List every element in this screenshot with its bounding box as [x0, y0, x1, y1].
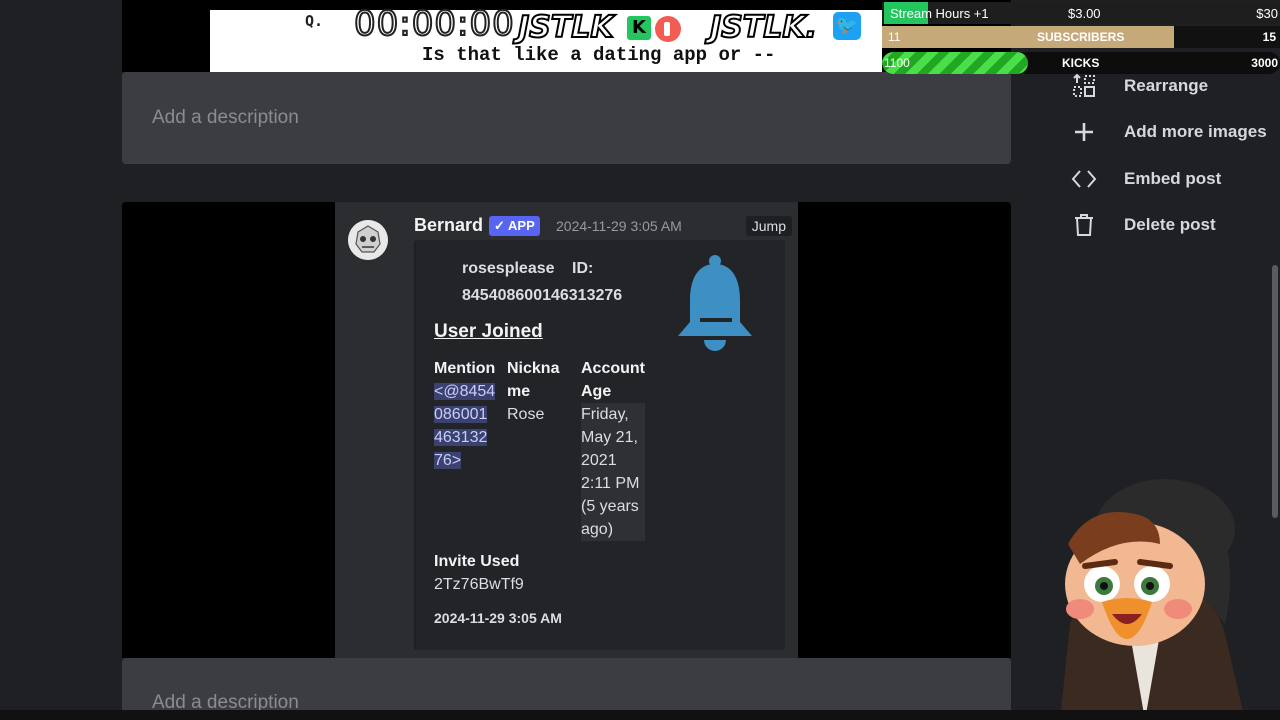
window-bottom-edge	[0, 710, 1280, 720]
app-badge: ✓ APP	[489, 216, 540, 236]
menu-label: Rearrange	[1124, 76, 1209, 95]
description-field[interactable]: Add a description	[122, 72, 1011, 164]
field-name: Account Age	[581, 360, 645, 400]
stream-hours-label: Stream Hours +1	[890, 6, 989, 21]
add-more-images-button[interactable]: Add more images	[1066, 115, 1280, 149]
field-name: Mention	[434, 360, 496, 377]
subscribers-target: 15	[1262, 30, 1276, 44]
channel-brand-twitter: JSTLK.	[709, 9, 818, 46]
embed-footer-timestamp: 2024-11-29 3:05 AM	[434, 610, 562, 626]
subscribers-fill	[882, 26, 1174, 48]
menu-label: Delete post	[1124, 215, 1216, 234]
post-editor-column: Add a description Bernard ✓ APP 2024-11-…	[122, 0, 1011, 720]
subscribers-label: SUBSCRIBERS	[1037, 30, 1125, 44]
embed-id-value: 845408600146313276	[462, 287, 623, 304]
discord-message-screenshot: Bernard ✓ APP 2024-11-29 3:05 AM Jump ro…	[335, 202, 798, 658]
caption-text: Is that like a dating app or --	[422, 44, 776, 66]
kicks-target: 3000	[1251, 56, 1278, 70]
user-mention[interactable]: <@845408600146313276>	[434, 383, 496, 469]
embed-field-account-age: Account Age Friday, May 21, 2021 2:11 PM…	[581, 357, 645, 541]
field-name: Nickname	[507, 360, 560, 400]
trash-icon	[1066, 211, 1102, 239]
stream-hours-goal: Stream Hours +1 $3.00 $30	[882, 2, 1280, 24]
embed-username: rosesplease	[462, 260, 555, 277]
embed-id-label: ID:	[572, 260, 594, 277]
app-root: Add a description Bernard ✓ APP 2024-11-…	[0, 0, 1280, 720]
bell-icon	[672, 252, 758, 361]
subscribers-current: 11	[888, 30, 901, 44]
field-value: 2Tz76BwTf9	[434, 576, 524, 593]
streamer-mascot-avatar	[1040, 474, 1250, 720]
description-placeholder: Add a description	[152, 107, 299, 128]
jump-button[interactable]: Jump	[745, 216, 792, 236]
plus-icon	[1066, 118, 1102, 146]
stream-hours-target: $30	[1256, 6, 1278, 21]
embed-field-nickname: Nickname Rose	[507, 357, 569, 426]
rearrange-button[interactable]: Rearrange	[1066, 69, 1280, 103]
embed-title: User Joined	[434, 321, 543, 342]
stream-goals: Stream Hours +1 $3.00 $30 11 SUBSCRIBERS…	[882, 2, 1280, 74]
embed-field-invite: Invite Used 2Tz76BwTf9	[434, 550, 524, 596]
message-author: Bernard	[414, 215, 484, 235]
code-icon	[1066, 165, 1102, 193]
field-value: Friday, May 21, 2021 2:11 PM (5 years ag…	[581, 403, 645, 541]
page-scrollbar[interactable]	[1272, 265, 1278, 518]
caption-overlay: Q. Is that like a dating app or -- 00:00…	[210, 3, 882, 72]
embed-post-button[interactable]: Embed post	[1066, 162, 1280, 196]
subscribers-goal: 11 SUBSCRIBERS 15	[882, 26, 1280, 48]
patreon-icon	[655, 16, 681, 42]
menu-label: Embed post	[1124, 169, 1222, 188]
stream-hours-amount: $3.00	[1068, 6, 1101, 21]
kicks-label: KICKS	[1062, 56, 1100, 70]
kicks-current: 1100	[884, 56, 910, 70]
menu-label: Add more images	[1124, 122, 1267, 141]
twitter-bird-icon: 🐦	[833, 12, 861, 40]
channel-brand: JSTLK	[517, 9, 615, 46]
field-name: Invite Used	[434, 553, 520, 570]
stream-timer: 00:00:00	[353, 3, 515, 45]
caption-speaker: Q.	[305, 12, 324, 30]
embed-field-mention: Mention <@845408600146313276>	[434, 357, 496, 472]
kick-icon: K	[627, 16, 651, 40]
delete-post-button[interactable]: Delete post	[1066, 208, 1280, 242]
post-image: Bernard ✓ APP 2024-11-29 3:05 AM Jump ro…	[122, 202, 1011, 658]
field-value: Rose	[507, 406, 545, 423]
message-timestamp: 2024-11-29 3:05 AM	[556, 218, 682, 234]
message-embed: rosesplease ID: 845408600146313276 User …	[414, 240, 785, 650]
rearrange-icon	[1066, 72, 1102, 100]
bot-avatar	[348, 220, 388, 260]
